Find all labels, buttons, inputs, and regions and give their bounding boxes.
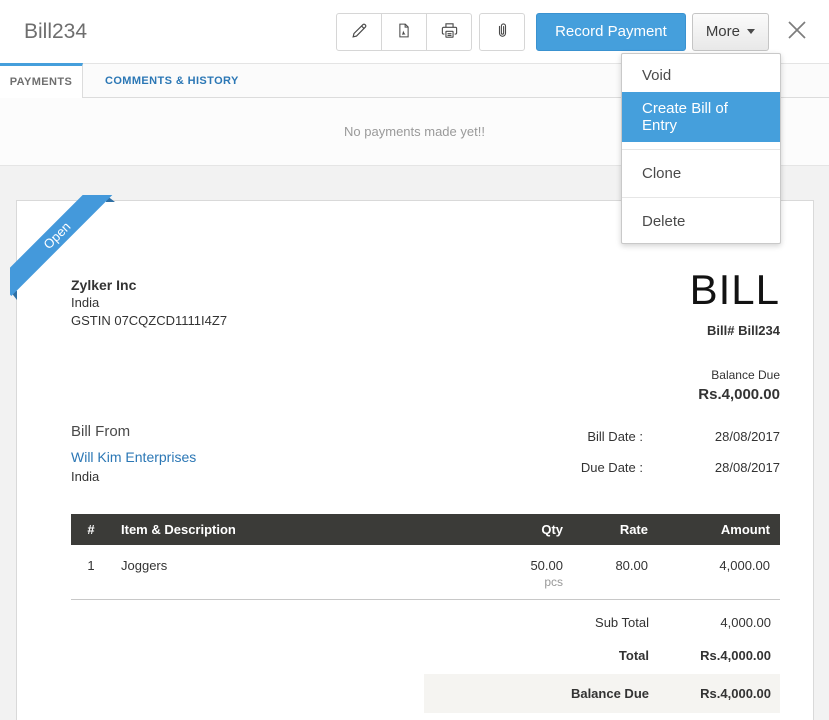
menu-divider bbox=[622, 197, 780, 198]
total-label: Total bbox=[424, 648, 649, 663]
pencil-icon bbox=[350, 21, 369, 43]
vendor-link[interactable]: Will Kim Enterprises bbox=[71, 449, 196, 465]
bill-detail-screen: Bill234 bbox=[0, 0, 829, 720]
col-qty: Qty bbox=[463, 514, 573, 545]
subtotal-value: 4,000.00 bbox=[649, 615, 780, 630]
item-qty-value: 50.00 bbox=[473, 558, 563, 573]
toolbar-icon-group bbox=[336, 13, 472, 51]
bill-meta-row: Bill From Will Kim Enterprises India Bil… bbox=[71, 423, 780, 491]
bill-document: Open Zylker Inc India GSTIN 07CQZCD1111I… bbox=[16, 200, 814, 720]
due-date-row: Due Date : 28/08/2017 bbox=[581, 460, 780, 475]
bill-date-value: 28/08/2017 bbox=[643, 429, 780, 444]
balance-row-value: Rs.4,000.00 bbox=[649, 686, 780, 701]
document-type-title: BILL bbox=[690, 269, 780, 311]
pdf-file-icon bbox=[395, 21, 413, 43]
subtotal-row: Sub Total 4,000.00 bbox=[424, 606, 780, 639]
item-name: Joggers bbox=[111, 545, 463, 600]
totals-section: Sub Total 4,000.00 Total Rs.4,000.00 Bal… bbox=[424, 606, 780, 713]
items-table: # Item & Description Qty Rate Amount 1 J… bbox=[71, 514, 780, 600]
col-rate: Rate bbox=[573, 514, 658, 545]
more-button[interactable]: More bbox=[692, 13, 769, 51]
company-gstin: GSTIN 07CQZCD1111I4Z7 bbox=[71, 312, 227, 330]
item-qty-unit: pcs bbox=[473, 575, 563, 589]
record-payment-button[interactable]: Record Payment bbox=[536, 13, 686, 51]
bill-from-block: Bill From Will Kim Enterprises India bbox=[71, 423, 196, 491]
col-item-description: Item & Description bbox=[111, 514, 463, 545]
total-row: Total Rs.4,000.00 bbox=[424, 639, 780, 672]
pdf-button[interactable] bbox=[381, 13, 427, 51]
ribbon-fold-left bbox=[10, 291, 17, 300]
bill-from-label: Bill From bbox=[71, 423, 196, 440]
menu-divider bbox=[622, 149, 780, 150]
attachment-button[interactable] bbox=[479, 13, 525, 51]
more-dropdown-menu: Void Create Bill of Entry Clone Delete bbox=[621, 53, 781, 244]
balance-due-label: Balance Due bbox=[690, 368, 780, 382]
bill-body: Zylker Inc India GSTIN 07CQZCD1111I4Z7 B… bbox=[17, 201, 813, 713]
balance-due-value: Rs.4,000.00 bbox=[690, 386, 780, 403]
more-button-label: More bbox=[706, 23, 740, 40]
table-row: 1 Joggers 50.00 pcs 80.00 4,000.00 bbox=[71, 545, 780, 600]
item-number: 1 bbox=[71, 545, 111, 600]
subtotal-label: Sub Total bbox=[424, 615, 649, 630]
payments-empty-message: No payments made yet!! bbox=[344, 124, 485, 139]
close-icon bbox=[787, 20, 807, 43]
balance-due-row: Balance Due Rs.4,000.00 bbox=[424, 674, 780, 713]
bill-date-row: Bill Date : 28/08/2017 bbox=[581, 429, 780, 444]
col-amount: Amount bbox=[658, 514, 780, 545]
company-block: Zylker Inc India GSTIN 07CQZCD1111I4Z7 bbox=[71, 276, 227, 403]
paperclip-icon bbox=[493, 21, 512, 43]
item-amount: 4,000.00 bbox=[658, 545, 780, 600]
balance-row-label: Balance Due bbox=[424, 686, 649, 701]
tab-payments[interactable]: PAYMENTS bbox=[0, 63, 83, 98]
bill-heading-block: BILL Bill# Bill234 Balance Due Rs.4,000.… bbox=[690, 269, 780, 403]
page-title: Bill234 bbox=[24, 20, 87, 44]
edit-button[interactable] bbox=[336, 13, 382, 51]
menu-item-delete[interactable]: Delete bbox=[622, 205, 780, 238]
items-table-header: # Item & Description Qty Rate Amount bbox=[71, 514, 780, 545]
total-value: Rs.4,000.00 bbox=[649, 648, 780, 663]
company-name: Zylker Inc bbox=[71, 276, 227, 294]
document-area: Open Zylker Inc India GSTIN 07CQZCD1111I… bbox=[0, 166, 829, 720]
vendor-country: India bbox=[71, 469, 196, 484]
bill-number: Bill# Bill234 bbox=[690, 323, 780, 338]
print-button[interactable] bbox=[426, 13, 472, 51]
menu-item-clone[interactable]: Clone bbox=[622, 157, 780, 190]
bill-date-label: Bill Date : bbox=[587, 429, 643, 444]
due-date-label: Due Date : bbox=[581, 460, 643, 475]
menu-item-create-bill-of-entry[interactable]: Create Bill of Entry bbox=[622, 92, 780, 142]
col-number: # bbox=[71, 514, 111, 545]
menu-item-void[interactable]: Void bbox=[622, 59, 780, 92]
tab-comments-history[interactable]: COMMENTS & HISTORY bbox=[83, 64, 261, 97]
due-date-value: 28/08/2017 bbox=[643, 460, 780, 475]
company-country: India bbox=[71, 294, 227, 312]
caret-down-icon bbox=[747, 29, 755, 34]
close-button[interactable] bbox=[783, 18, 811, 46]
item-qty: 50.00 pcs bbox=[463, 545, 573, 600]
item-rate: 80.00 bbox=[573, 545, 658, 600]
printer-icon bbox=[440, 21, 459, 43]
bill-dates-block: Bill Date : 28/08/2017 Due Date : 28/08/… bbox=[581, 429, 780, 491]
